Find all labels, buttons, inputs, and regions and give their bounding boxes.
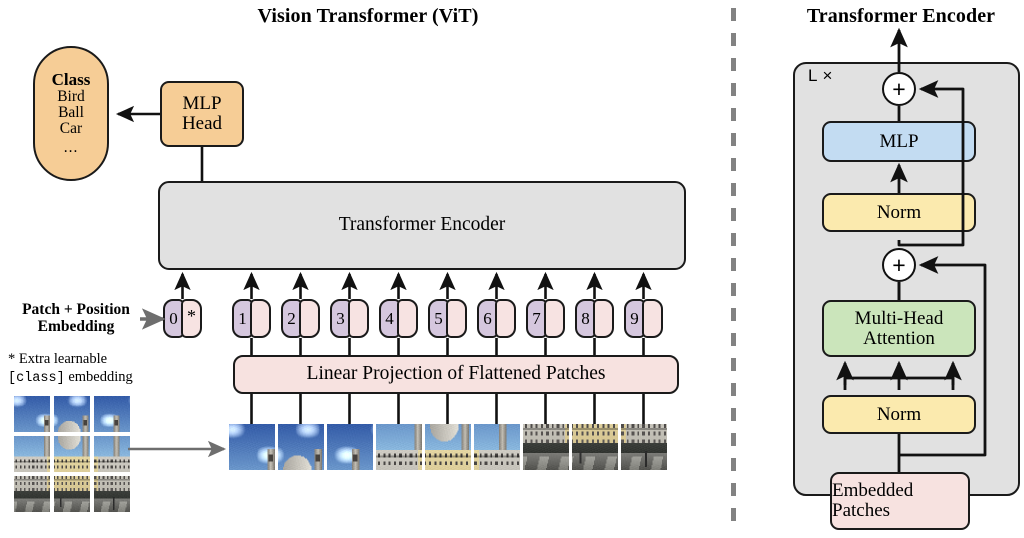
source-image-patch-8 xyxy=(54,476,90,512)
token-patch-embedding-slot xyxy=(495,299,516,338)
mlp-head-box: MLP Head xyxy=(160,81,244,147)
position-embedding-token-8: 8 xyxy=(575,299,614,338)
source-image-patch-3 xyxy=(94,396,130,432)
token-patch-embedding-slot xyxy=(642,299,663,338)
encoder-multi-head-attention-block: Multi-Head Attention xyxy=(822,300,976,357)
linear-projection-bar: Linear Projection of Flattened Patches xyxy=(233,355,679,394)
right-panel-title: Transformer Encoder xyxy=(806,5,996,27)
repeat-count-label: L × xyxy=(808,66,833,85)
flattened-patch-7 xyxy=(522,424,569,470)
token-patch-embedding-slot xyxy=(593,299,614,338)
position-embedding-token-4: 4 xyxy=(379,299,418,338)
transformer-encoder-bar: Transformer Encoder xyxy=(158,181,686,270)
left-panel-title: Vision Transformer (ViT) xyxy=(257,5,479,27)
class-item-ball: Ball xyxy=(58,104,84,122)
token-extra-learnable-marker: * xyxy=(181,299,202,338)
token-patch-embedding-slot xyxy=(250,299,271,338)
source-image-patch-7 xyxy=(14,476,50,512)
source-image-patch-5 xyxy=(54,436,90,472)
flattened-patch-8 xyxy=(571,424,618,470)
encoder-norm-lower-block: Norm xyxy=(822,395,976,434)
position-embedding-token-7: 7 xyxy=(526,299,565,338)
flattened-patch-4 xyxy=(375,424,422,470)
class-item-bird: Bird xyxy=(57,88,85,106)
token-patch-embedding-slot xyxy=(299,299,320,338)
position-embedding-token-9: 9 xyxy=(624,299,663,338)
residual-add-lower: + xyxy=(882,248,916,282)
residual-add-upper: + xyxy=(882,72,916,106)
flattened-patch-1 xyxy=(228,424,275,470)
source-image-patch-9 xyxy=(94,476,130,512)
class-item-car: Car xyxy=(59,120,83,138)
position-embedding-token-0: 0 * xyxy=(163,299,202,338)
flattened-patch-9 xyxy=(620,424,667,470)
footnote-class-token: [class] xyxy=(8,370,65,386)
flattened-patch-5 xyxy=(424,424,471,470)
class-label: Class xyxy=(51,69,91,89)
token-patch-embedding-slot xyxy=(348,299,369,338)
flattened-patch-2 xyxy=(277,424,324,470)
flattened-patch-3 xyxy=(326,424,373,470)
class-output-box: Class Bird Ball Car ... xyxy=(33,46,109,181)
source-image-patch-1 xyxy=(14,396,50,432)
panel-divider xyxy=(731,8,736,530)
source-image-patch-2 xyxy=(54,396,90,432)
footnote-line-1: * Extra learnable xyxy=(8,351,108,367)
extra-learnable-footnote: * Extra learnable [class] embedding xyxy=(8,351,158,387)
position-embedding-token-3: 3 xyxy=(330,299,369,338)
position-embedding-token-6: 6 xyxy=(477,299,516,338)
source-image-patch-6 xyxy=(94,436,130,472)
token-patch-embedding-slot xyxy=(544,299,565,338)
encoder-norm-upper-block: Norm xyxy=(822,193,976,232)
flattened-patch-6 xyxy=(473,424,520,470)
token-patch-embedding-slot xyxy=(446,299,467,338)
encoder-mlp-block: MLP xyxy=(822,121,976,162)
class-ellipsis: ... xyxy=(63,139,79,157)
patch-position-embedding-label: Patch + Position Embedding xyxy=(22,301,130,336)
position-embedding-token-5: 5 xyxy=(428,299,467,338)
vit-diagram: Vision Transformer (ViT) Transformer Enc… xyxy=(0,0,1024,538)
footnote-line-2-tail: embedding xyxy=(64,368,133,385)
embedded-patches-block: Embedded Patches xyxy=(830,472,970,530)
source-image-patch-4 xyxy=(14,436,50,472)
position-embedding-token-2: 2 xyxy=(281,299,320,338)
token-patch-embedding-slot xyxy=(397,299,418,338)
position-embedding-token-1: 1 xyxy=(232,299,271,338)
